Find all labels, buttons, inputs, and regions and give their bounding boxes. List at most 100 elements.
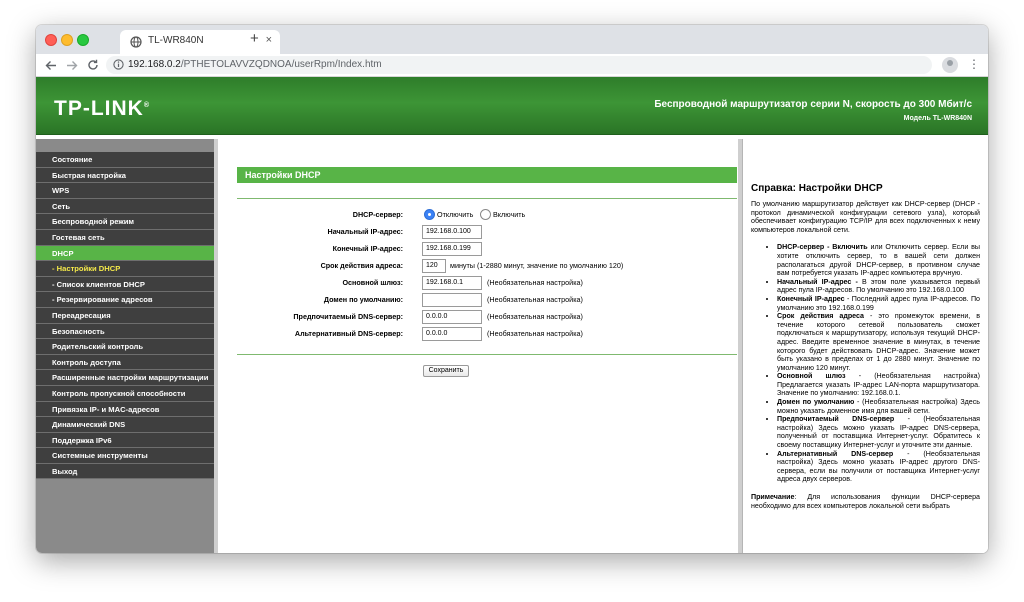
gateway-note: (Необязательная настройка) [487,278,583,287]
browser-window: TL-WR840N × + 192.168.0.2/PTHETOLAVVZQDN… [36,25,988,553]
help-item-term: Альтернативный DNS-сервер [777,449,894,458]
sidebar-item[interactable]: Динамический DNS [36,417,214,433]
sidebar-item[interactable]: Расширенные настройки маршрутизации [36,370,214,386]
sidebar-item[interactable]: WPS [36,183,214,199]
sidebar-item[interactable]: Поддержка IPv6 [36,432,214,449]
url-host: 192.168.0.2 [128,59,181,70]
sidebar-item[interactable]: Сеть [36,198,214,215]
info-icon[interactable] [113,59,124,70]
gateway-label: Основной шлюз: [342,278,403,287]
tp-link-logo: TP-LINK® [54,97,150,121]
sidebar-item[interactable]: Контроль пропускной способности [36,385,214,402]
sidebar-item[interactable]: Безопасность [36,323,214,340]
help-item-term: Предпочитаемый DNS-сервер [777,415,895,424]
end-ip-input[interactable]: 192.168.0.199 [422,242,482,256]
domain-input[interactable] [422,293,482,307]
help-list-item: Основной шлюз - (Необязательная настройк… [777,372,980,398]
sidebar-menu: Состояние Быстрая настройка WPS Сеть Беспров… [36,139,214,553]
help-panel: Справка: Настройки DHCP По умолчанию мар… [742,139,988,553]
maximize-window-button[interactable] [77,34,89,46]
section-title: Настройки DHCP [237,167,737,183]
help-intro: По умолчанию маршрутизатор действует как… [751,200,980,234]
lease-time-input[interactable]: 120 [422,259,446,273]
menu-kebab-icon[interactable]: ⋮ [968,57,980,71]
sidebar-item[interactable]: - Резервирование адресов [36,292,214,308]
primary-dns-input[interactable]: 0.0.0.0 [422,310,482,324]
start-ip-label: Начальный IP-адрес: [327,227,404,236]
help-item-text: - это промежуток времени, в течение кото… [777,312,980,372]
end-ip-row: Конечный IP-адрес: 192.168.0.199 [218,242,738,258]
sidebar-item[interactable]: Выход [36,463,214,480]
main-panel: Настройки DHCP DHCP-сервер: Отключить Вк… [218,139,738,553]
tab-close-icon[interactable]: × [266,34,272,46]
help-item-term: Начальный IP-адрес - [777,277,858,286]
help-list-item: Альтернативный DNS-сервер - (Необязатель… [777,450,980,484]
form-bottom-divider [237,354,737,355]
secondary-dns-label: Альтернативный DNS-сервер: [294,329,403,338]
new-tab-button[interactable]: + [250,30,259,47]
sidebar-item[interactable]: Состояние [36,152,214,168]
sidebar-item[interactable]: - Настройки DHCP [36,261,214,277]
start-ip-row: Начальный IP-адрес: 192.168.0.100 [218,225,738,241]
reload-icon[interactable] [87,59,99,71]
address-bar[interactable]: 192.168.0.2/PTHETOLAVVZQDNOA/userRpm/Ind… [106,56,932,74]
primary-dns-row: Предпочитаемый DNS-сервер: 0.0.0.0 (Необ… [218,310,738,326]
gateway-row: Основной шлюз: 192.168.0.1 (Необязательн… [218,276,738,292]
save-button[interactable]: Сохранить [423,365,469,377]
secondary-dns-row: Альтернативный DNS-сервер: 0.0.0.0 (Необ… [218,327,738,343]
help-item-term: DHCP-сервер - Включить [777,243,868,252]
help-item-term: Основной шлюз [777,372,846,381]
help-item-term: Конечный IP-адрес [777,294,845,303]
dhcp-on-radio[interactable] [480,209,491,220]
sidebar-item[interactable]: Родительский контроль [36,339,214,355]
gateway-input[interactable]: 192.168.0.1 [422,276,482,290]
dhcp-on-label[interactable]: Включить [493,210,525,219]
url-path: /PTHETOLAVVZQDNOA/userRpm/Index.htm [180,59,382,70]
sidebar-item[interactable]: Привязка IP- и MAC-адресов [36,401,214,418]
help-title: Справка: Настройки DHCP [751,183,883,194]
domain-note: (Необязательная настройка) [487,295,583,304]
dhcp-server-row: DHCP-сервер: Отключить Включить [218,208,738,224]
sidebar-item[interactable]: Контроль доступа [36,354,214,371]
primary-dns-label: Предпочитаемый DNS-сервер: [293,312,403,321]
help-list-item: Предпочитаемый DNS-сервер - (Необязатель… [777,415,980,449]
logo-text: TP-LINK [54,97,144,120]
sidebar-item[interactable]: Беспроводной режим [36,214,214,230]
lease-time-note: минуты (1-2880 минут, значение по умолча… [450,261,624,270]
help-list-item: Домен по умолчанию - (Необязательная нас… [777,398,980,415]
sidebar-item[interactable]: Гостевая сеть [36,229,214,246]
close-window-button[interactable] [45,34,57,46]
sidebar-item[interactable]: DHCP [36,245,214,262]
header-banner: TP-LINK® Беспроводной маршрутизатор сери… [36,77,988,135]
secondary-dns-input[interactable]: 0.0.0.0 [422,327,482,341]
dhcp-off-radio[interactable] [424,209,435,220]
minimize-window-button[interactable] [61,34,73,46]
primary-dns-note: (Необязательная настройка) [487,312,583,321]
start-ip-input[interactable]: 192.168.0.100 [422,225,482,239]
sidebar-item[interactable]: Быстрая настройка [36,167,214,184]
help-list-item: Срок действия адреса - это промежуток вр… [777,312,980,372]
forward-arrow-icon[interactable] [66,60,78,71]
banner-title: Беспроводной маршрутизатор серии N, скор… [654,99,972,110]
sidebar-item[interactable]: Системные инструменты [36,448,214,464]
sidebar-item[interactable]: - Список клиентов DHCP [36,276,214,293]
tab-title: TL-WR840N [148,35,204,46]
lease-time-label: Срок действия адреса: [320,261,403,270]
form-top-divider [237,198,737,199]
dhcp-server-label: DHCP-сервер: [352,210,403,219]
registered-mark: ® [143,102,150,109]
sidebar-item[interactable]: Переадресация [36,307,214,324]
browser-toolbar: 192.168.0.2/PTHETOLAVVZQDNOA/userRpm/Ind… [36,54,988,77]
help-list-item: Начальный IP-адрес - В этом поле указыва… [777,278,980,295]
back-arrow-icon[interactable] [45,60,57,71]
help-item-term: Домен по умолчанию [777,398,855,407]
banner-model: Модель TL-WR840N [903,115,972,122]
help-list-item: DHCP-сервер - Включить или Отключить сер… [777,243,980,277]
profile-avatar-icon[interactable] [942,57,958,73]
help-list: DHCP-сервер - Включить или Отключить сер… [751,243,980,484]
domain-row: Домен по умолчанию: (Необязательная наст… [218,293,738,309]
domain-label: Домен по умолчанию: [323,295,403,304]
tab-strip: TL-WR840N × + [36,25,988,54]
end-ip-label: Конечный IP-адрес: [332,244,403,253]
dhcp-off-label[interactable]: Отключить [437,210,473,219]
